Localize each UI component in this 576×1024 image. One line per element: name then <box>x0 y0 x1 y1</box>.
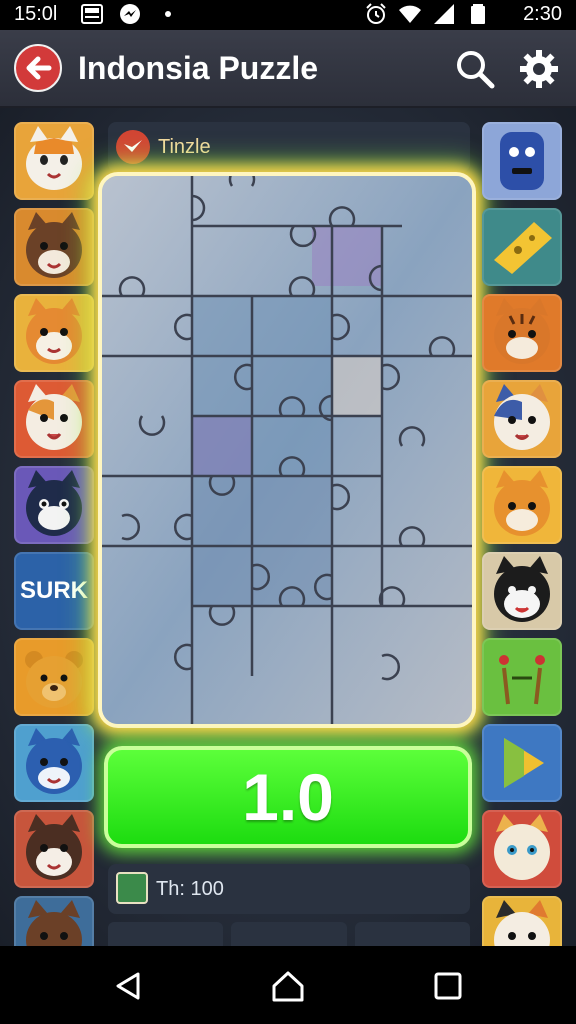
tile-orange-tiger[interactable] <box>482 466 562 544</box>
bottom-strip <box>108 922 470 946</box>
tile-blue-robot[interactable] <box>482 122 562 200</box>
status-time-left: 15:0l <box>14 3 58 25</box>
tile-yellow-bear[interactable] <box>14 638 94 716</box>
main-area: SURK Tinzle 1.0 Th: 100 <box>0 108 576 974</box>
tile-orange-cat[interactable] <box>14 122 94 200</box>
black-white-cat-icon <box>494 556 550 622</box>
orange-tiger-icon <box>494 470 550 536</box>
alarm-icon <box>366 3 386 24</box>
siamese-cat-icon <box>494 814 550 880</box>
signal-icon <box>434 4 454 24</box>
bottom-strip-slot[interactable] <box>108 922 224 946</box>
app-title: Indonsia Puzzle <box>78 50 319 86</box>
tile-tabby-cat[interactable] <box>14 294 94 372</box>
cheese-icon <box>494 222 552 274</box>
dot-icon <box>165 11 171 17</box>
app-bar: Indonsia Puzzle <box>0 30 576 108</box>
blue-robot-icon <box>500 132 544 190</box>
bottom-strip-slot[interactable] <box>231 922 347 946</box>
back-arrow-icon <box>26 56 52 80</box>
blue-calico-cat-icon <box>494 384 550 450</box>
info-bar: Th: 100 <box>108 864 470 914</box>
play-icon <box>504 738 544 788</box>
tile-brown-cat[interactable] <box>14 208 94 286</box>
back-triangle-icon[interactable] <box>108 966 148 1006</box>
tinzle-logo-icon <box>116 130 150 164</box>
tile-black-cat[interactable] <box>14 466 94 544</box>
yellow-bear-icon <box>25 651 83 708</box>
info-text: Th: 100 <box>156 878 224 900</box>
back-button[interactable] <box>14 44 62 92</box>
image-icon <box>81 4 103 24</box>
battery-icon <box>471 4 485 24</box>
brown-white-cat-icon <box>26 814 82 880</box>
tile-black-white-cat[interactable] <box>482 552 562 630</box>
brown-cat-icon <box>26 212 82 278</box>
tiger-cat-icon <box>494 298 550 364</box>
game-header: Tinzle <box>108 122 470 172</box>
messenger-icon <box>120 4 140 24</box>
score-button[interactable]: 1.0 <box>104 746 472 848</box>
blue-cat-icon <box>26 728 82 794</box>
orange-cat-icon <box>26 126 82 190</box>
header-title: Tinzle <box>158 136 211 158</box>
gear-icon[interactable] <box>518 48 560 90</box>
status-bar: 15:0l 2:30 <box>0 0 576 30</box>
tile-siamese-cat[interactable] <box>482 810 562 888</box>
right-tile-column <box>482 122 562 982</box>
puzzle-grid <box>102 176 472 724</box>
puzzle-board[interactable] <box>98 172 476 728</box>
black-cat-icon <box>26 470 82 536</box>
calico-cat-icon <box>26 384 82 450</box>
tabby-cat-icon <box>26 298 82 364</box>
tile-calico-cat[interactable] <box>14 380 94 458</box>
bottom-strip-slot[interactable] <box>354 922 470 946</box>
status-time-right: 2:30 <box>523 3 562 25</box>
wifi-icon <box>399 5 421 23</box>
home-icon[interactable] <box>268 966 308 1006</box>
nav-bar <box>0 946 576 1024</box>
tile-brown-white-cat[interactable] <box>14 810 94 888</box>
surk-label: SURK <box>19 577 88 604</box>
tile-green-creature[interactable] <box>482 638 562 716</box>
tile-blue-calico[interactable] <box>482 380 562 458</box>
green-creature-icon <box>499 655 545 705</box>
tile-blue-cat[interactable] <box>14 724 94 802</box>
tile-play[interactable] <box>482 724 562 802</box>
search-icon[interactable] <box>454 48 496 90</box>
recents-square-icon[interactable] <box>428 966 468 1006</box>
thumbnail-icon <box>116 872 148 904</box>
tile-cheese[interactable] <box>482 208 562 286</box>
tile-surk[interactable]: SURK <box>14 552 94 630</box>
tile-tiger-cat[interactable] <box>482 294 562 372</box>
left-tile-column: SURK <box>14 122 94 982</box>
